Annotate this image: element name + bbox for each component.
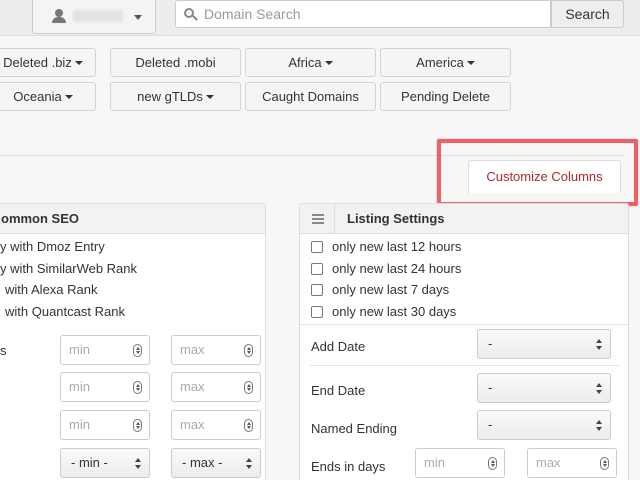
check-new-12h-label: only new last 12 hours <box>332 239 462 254</box>
list-icon <box>312 214 324 224</box>
common-seo-title: ommon SEO <box>1 211 80 226</box>
seo-min-input-3[interactable]: min <box>60 410 150 440</box>
select-arrows-icon <box>135 458 141 470</box>
check-new-30d[interactable]: only new last 30 days <box>311 303 511 321</box>
check-new-7d[interactable]: only new last 7 days <box>311 281 511 299</box>
select-arrows-icon <box>596 383 602 395</box>
ends-in-days-max-input[interactable]: max <box>527 448 617 478</box>
caught-domains-button[interactable]: Caught Domains <box>245 82 376 111</box>
end-date-select[interactable]: - <box>477 373 611 403</box>
min-placeholder: min <box>424 455 445 470</box>
highlight-annotation <box>437 139 638 206</box>
min-placeholder: min <box>69 379 90 394</box>
user-icon <box>52 9 66 23</box>
add-date-label: Add Date <box>311 339 366 354</box>
deleted-biz-label: Deleted .biz <box>3 55 72 70</box>
check-new-7d-label: only new last 7 days <box>332 282 450 297</box>
row-separator <box>300 324 628 325</box>
header-separator <box>334 204 335 233</box>
seo-min-input-2[interactable]: min <box>60 372 150 402</box>
seo-check-similarweb[interactable]: y with SimilarWeb Rank <box>0 260 137 278</box>
select-arrows-icon <box>246 458 252 470</box>
seo-min-select[interactable]: - min - <box>60 448 150 478</box>
search-button[interactable]: Search <box>551 0 624 28</box>
seo-max-input-1[interactable]: max <box>171 335 261 365</box>
add-date-select[interactable]: - <box>477 329 611 359</box>
user-menu-button[interactable] <box>32 0 156 34</box>
spinner-icon[interactable] <box>244 381 253 394</box>
deleted-mobi-label: Deleted .mobi <box>135 55 216 70</box>
africa-dropdown[interactable]: Africa <box>245 48 376 77</box>
check-new-30d-label: only new last 30 days <box>332 304 457 319</box>
checkbox[interactable] <box>311 263 323 275</box>
new-gtlds-label: new gTLDs <box>137 89 203 104</box>
top-bar: Search <box>0 0 640 36</box>
add-date-value: - <box>488 336 493 351</box>
listing-settings-header: Listing Settings <box>300 204 628 234</box>
pending-delete-label: Pending Delete <box>401 89 490 104</box>
max-placeholder: max <box>180 417 205 432</box>
america-dropdown[interactable]: America <box>380 48 511 77</box>
min-select-value: - min - <box>71 455 108 470</box>
new-gtlds-dropdown[interactable]: new gTLDs <box>110 82 241 111</box>
listing-settings-title: Listing Settings <box>347 211 445 226</box>
seo-max-input-2[interactable]: max <box>171 372 261 402</box>
max-placeholder: max <box>536 455 561 470</box>
max-placeholder: max <box>180 379 205 394</box>
named-ending-label: Named Ending <box>311 421 397 436</box>
ends-in-days-label: Ends in days <box>311 459 386 474</box>
select-arrows-icon <box>596 339 602 351</box>
america-label: America <box>416 55 464 70</box>
named-ending-value: - <box>488 417 493 432</box>
seo-check-quantcast[interactable]: with Quantcast Rank <box>5 303 125 321</box>
domain-search-input[interactable] <box>204 1 544 27</box>
end-date-label: End Date <box>311 383 366 398</box>
end-date-value: - <box>488 380 493 395</box>
min-placeholder: min <box>69 417 90 432</box>
check-new-24h[interactable]: only new last 24 hours <box>311 260 511 278</box>
seo-min-input-1[interactable]: min <box>60 335 150 365</box>
pending-delete-button[interactable]: Pending Delete <box>380 82 511 111</box>
common-seo-header: ommon SEO <box>0 204 265 234</box>
caret-down-icon <box>205 94 214 99</box>
ends-in-days-min-input[interactable]: min <box>415 448 505 478</box>
max-placeholder: max <box>180 342 205 357</box>
spinner-icon[interactable] <box>133 419 142 432</box>
row-separator <box>310 365 620 366</box>
caret-down-icon <box>466 60 475 65</box>
caret-down-icon <box>74 60 83 65</box>
seo-max-select[interactable]: - max - <box>171 448 261 478</box>
max-select-value: - max - <box>182 455 223 470</box>
spinner-icon[interactable] <box>244 419 253 432</box>
blurred-username <box>73 10 123 22</box>
check-new-24h-label: only new last 24 hours <box>332 261 462 276</box>
min-placeholder: min <box>69 342 90 357</box>
spinner-icon[interactable] <box>133 344 142 357</box>
africa-label: Africa <box>288 55 322 70</box>
seo-max-input-3[interactable]: max <box>171 410 261 440</box>
select-arrows-icon <box>596 420 602 432</box>
spinner-icon[interactable] <box>600 457 609 470</box>
caught-domains-label: Caught Domains <box>262 89 359 104</box>
search-icon <box>184 8 198 22</box>
checkbox[interactable] <box>311 284 323 296</box>
checkbox[interactable] <box>311 241 323 253</box>
spinner-icon[interactable] <box>133 381 142 394</box>
seo-check-dmoz[interactable]: y with Dmoz Entry <box>0 238 105 256</box>
checkbox[interactable] <box>311 306 323 318</box>
deleted-mobi-button[interactable]: Deleted .mobi <box>110 48 241 77</box>
seo-check-alexa[interactable]: with Alexa Rank <box>5 281 98 299</box>
caret-down-icon <box>324 60 333 65</box>
spinner-icon[interactable] <box>488 457 497 470</box>
caret-down-icon <box>64 94 73 99</box>
spinner-icon[interactable] <box>244 344 253 357</box>
oceania-label: Oceania <box>13 89 62 104</box>
check-new-12h[interactable]: only new last 12 hours <box>311 238 511 256</box>
oceania-dropdown[interactable]: Oceania <box>0 82 96 111</box>
chevron-down-icon <box>134 15 142 20</box>
seo-row-label: s <box>0 343 7 358</box>
named-ending-select[interactable]: - <box>477 410 611 440</box>
search-box <box>175 0 551 28</box>
deleted-biz-dropdown[interactable]: Deleted .biz <box>0 48 96 77</box>
